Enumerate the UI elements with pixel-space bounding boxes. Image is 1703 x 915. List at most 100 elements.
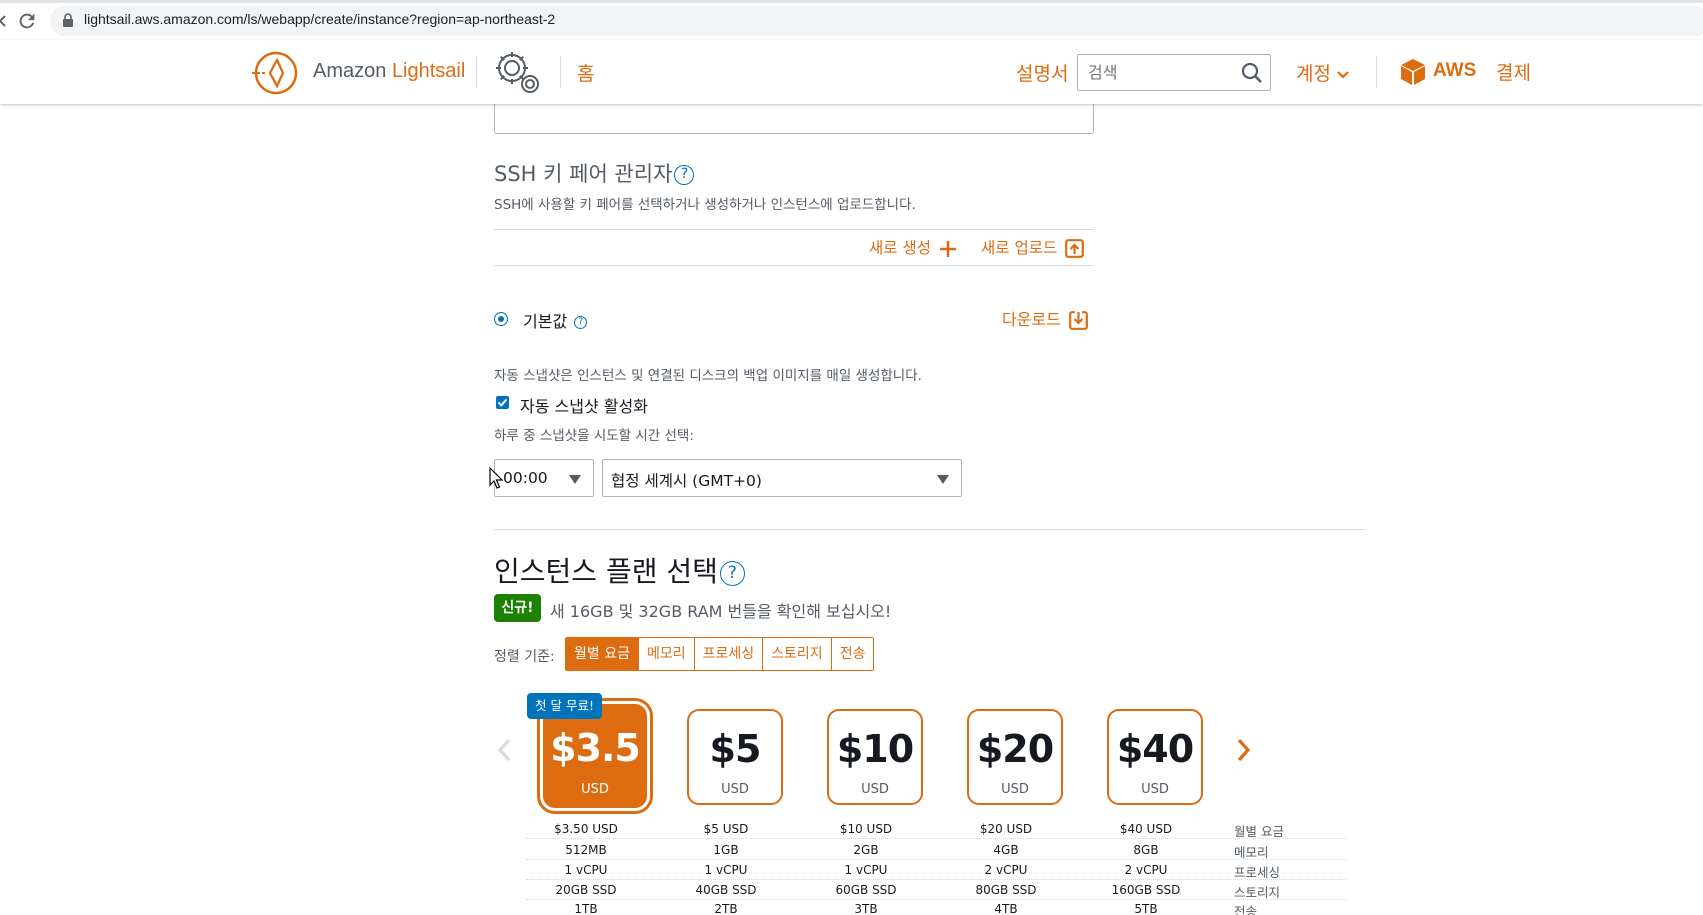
spec-cell: 8GB xyxy=(1133,843,1159,857)
help-icon[interactable]: ? xyxy=(719,560,745,586)
divider xyxy=(494,229,1094,230)
url-text[interactable]: lightsail.aws.amazon.com/ls/webapp/creat… xyxy=(84,11,555,27)
account-label: 계정 xyxy=(1296,63,1331,85)
timezone-select[interactable]: 협정 세계시 (GMT+0) xyxy=(602,459,962,497)
search-input[interactable] xyxy=(1088,63,1228,82)
sort-tab-monthly-price[interactable]: 월별 요금 xyxy=(566,638,638,670)
help-icon[interactable]: ? xyxy=(674,165,695,185)
spec-cell: 60GB SSD xyxy=(835,883,897,897)
snapshot-time-label: 하루 중 스냅샷을 시도할 시간 선택: xyxy=(494,428,694,444)
spec-row-processing: 1 vCPU 1 vCPU 1 vCPU 2 vCPU 2 vCPU 프로세싱 xyxy=(526,860,1346,880)
plan-currency: USD xyxy=(721,782,749,797)
spec-cell: $20 USD xyxy=(979,822,1033,836)
spec-cell: 1GB xyxy=(713,843,739,857)
upload-key-pair-label: 새로 업로드 xyxy=(981,239,1058,257)
spec-cell: 40GB SSD xyxy=(695,883,757,897)
mouse-cursor-icon xyxy=(489,467,503,489)
plan-card[interactable]: $20 USD xyxy=(967,709,1063,805)
sort-tab-transfer[interactable]: 전송 xyxy=(830,638,874,670)
sort-tab-storage[interactable]: 스토리지 xyxy=(762,638,831,670)
lock-icon[interactable] xyxy=(62,13,74,28)
back-arrow-icon[interactable] xyxy=(0,15,6,27)
snapshot-time-value: 00:00 xyxy=(503,469,548,487)
download-key-label: 다운로드 xyxy=(1002,310,1061,329)
tab-strip-edge xyxy=(0,0,1703,3)
header-divider xyxy=(476,56,477,88)
snapshot-time-select[interactable]: 00:00 xyxy=(494,459,594,497)
create-key-pair-link[interactable]: 새로 생성 xyxy=(869,236,957,258)
plan-card[interactable]: $5 USD xyxy=(687,709,783,805)
download-key-link[interactable]: 다운로드 xyxy=(1002,306,1088,330)
docs-link[interactable]: 설명서 xyxy=(1016,59,1068,86)
ssh-title-text: SSH 키 페어 관리자 xyxy=(494,162,673,186)
account-menu[interactable]: 계정 xyxy=(1296,59,1349,86)
check-icon xyxy=(497,398,508,407)
sort-tabs: 월별 요금 메모리 프로세싱 스토리지 전송 xyxy=(565,637,875,671)
download-icon xyxy=(1068,311,1088,330)
spec-cell: 2 vCPU xyxy=(1124,863,1168,877)
chevron-down-icon xyxy=(1337,70,1349,79)
plan-currency: USD xyxy=(1141,782,1169,797)
search-icon[interactable] xyxy=(1241,62,1263,84)
spec-cell: $10 USD xyxy=(839,822,893,836)
spec-cell: 4TB xyxy=(994,902,1018,915)
plan-currency: USD xyxy=(581,782,609,797)
spec-cell: 80GB SSD xyxy=(975,883,1037,897)
first-month-free-badge: 첫 달 무료! xyxy=(527,693,602,719)
spec-cell: 512MB xyxy=(565,843,607,857)
default-key-text: 기본값 xyxy=(523,312,568,331)
spec-row-storage: 20GB SSD 40GB SSD 60GB SSD 80GB SSD 160G… xyxy=(526,880,1346,900)
new-bundles-text: 새 16GB 및 32GB RAM 번들을 확인해 보십시오! xyxy=(550,602,892,621)
gear-icon[interactable] xyxy=(492,48,542,96)
caret-down-icon xyxy=(937,475,949,484)
browser-toolbar: lightsail.aws.amazon.com/ls/webapp/creat… xyxy=(0,0,1703,40)
plan-price: $20 xyxy=(976,727,1054,771)
divider xyxy=(494,265,1094,266)
spec-cell: 5TB xyxy=(1134,902,1158,915)
default-key-radio[interactable] xyxy=(494,312,508,326)
spec-label: 월별 요금 xyxy=(1234,824,1284,839)
upload-key-pair-link[interactable]: 새로 업로드 xyxy=(981,236,1085,258)
plan-price: $40 xyxy=(1116,727,1194,771)
reload-icon[interactable] xyxy=(16,10,38,32)
header-divider xyxy=(560,56,561,88)
snapshot-description: 자동 스냅샷은 인스턴스 및 연결된 디스크의 백업 이미지를 매일 생성합니다… xyxy=(494,368,922,384)
plan-price: $5 xyxy=(709,727,762,771)
lightsail-logo-icon[interactable] xyxy=(250,50,298,96)
spec-row-memory: 512MB 1GB 2GB 4GB 8GB 메모리 xyxy=(526,840,1346,860)
brand-lightsail: Lightsail xyxy=(391,60,466,82)
new-badge: 신규! xyxy=(494,594,541,622)
plan-card[interactable]: $10 USD xyxy=(827,709,923,805)
home-link[interactable]: 홈 xyxy=(577,59,594,86)
spec-row-price: $3.50 USD $5 USD $10 USD $20 USD $40 USD… xyxy=(526,819,1346,839)
app-header: Amazon Lightsail 홈 설명서 계정 AWS 결제 xyxy=(0,40,1703,104)
spec-label: 프로세싱 xyxy=(1234,865,1281,880)
spec-row-transfer: 1TB 2TB 3TB 4TB 5TB 전송 xyxy=(526,899,1346,915)
spec-cell: 2TB xyxy=(714,902,738,915)
plan-currency: USD xyxy=(861,782,889,797)
spec-cell: $5 USD xyxy=(703,822,749,836)
spec-cell: 1 vCPU xyxy=(844,863,888,877)
plan-card[interactable]: $40 USD xyxy=(1107,709,1203,805)
aws-cube-icon[interactable] xyxy=(1400,58,1426,86)
auto-snapshot-checkbox[interactable] xyxy=(496,396,509,409)
chevron-right-icon[interactable] xyxy=(1237,738,1251,762)
search-box[interactable] xyxy=(1077,54,1271,91)
ssh-section-title: SSH 키 페어 관리자? xyxy=(494,158,695,188)
plan-section-title: 인스턴스 플랜 선택? xyxy=(494,550,745,590)
spec-cell: 160GB SSD xyxy=(1111,883,1181,897)
help-icon[interactable]: ? xyxy=(574,316,588,329)
aws-console-link[interactable]: AWS xyxy=(1433,60,1476,82)
header-divider xyxy=(1376,56,1377,88)
spec-cell: 4GB xyxy=(993,843,1019,857)
spec-cell: 1 vCPU xyxy=(564,863,608,877)
sort-tab-memory[interactable]: 메모리 xyxy=(637,638,694,670)
spec-cell: 2 vCPU xyxy=(984,863,1028,877)
plan-card[interactable]: $3.5 USD xyxy=(543,704,647,808)
sort-tab-processing[interactable]: 프로세싱 xyxy=(693,638,763,670)
brand-prefix: Amazon xyxy=(313,60,392,82)
billing-link[interactable]: 결제 xyxy=(1496,58,1531,85)
chevron-left-icon[interactable] xyxy=(497,738,511,762)
brand-name[interactable]: Amazon Lightsail xyxy=(313,60,465,83)
spec-cell: 20GB SSD xyxy=(555,883,617,897)
